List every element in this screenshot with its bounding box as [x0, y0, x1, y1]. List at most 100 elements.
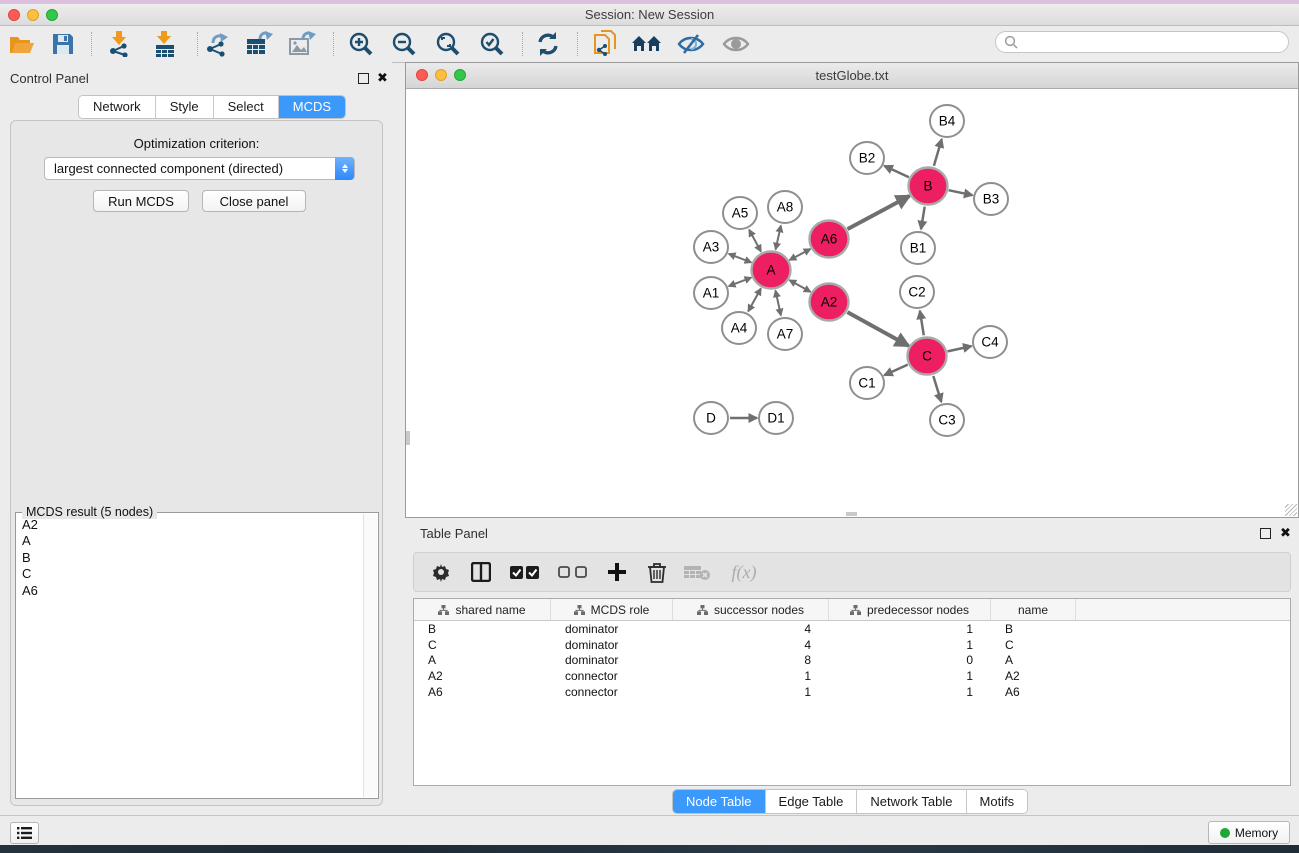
memory-button[interactable]: Memory	[1208, 821, 1290, 844]
tab-select[interactable]: Select	[214, 96, 279, 118]
vertical-scrollbar-thumb[interactable]	[406, 431, 410, 445]
graph-edge-A6-B[interactable]	[848, 196, 910, 229]
export-image-icon[interactable]	[286, 30, 320, 58]
close-panel-icon[interactable]: ✖	[1280, 528, 1291, 538]
graph-node-D[interactable]: D	[694, 402, 728, 434]
graph-edge-A-A5[interactable]	[749, 230, 761, 252]
import-table-icon[interactable]	[148, 30, 182, 58]
float-panel-icon[interactable]	[1260, 528, 1271, 539]
close-window-button[interactable]	[8, 9, 20, 21]
close-panel-button[interactable]: Close panel	[202, 190, 306, 212]
first-neighbors-icon[interactable]	[630, 30, 664, 58]
zoom-window-button[interactable]	[454, 69, 466, 81]
minimize-window-button[interactable]	[27, 9, 39, 21]
graph-edge-A-A7[interactable]	[776, 291, 781, 316]
mcds-result-item[interactable]: C	[17, 566, 361, 582]
import-network-icon[interactable]	[103, 30, 137, 58]
graph-edge-A-A6[interactable]	[790, 249, 811, 260]
column-header-successor-nodes[interactable]: successor nodes	[673, 599, 829, 620]
graph-node-A[interactable]: A	[752, 252, 791, 289]
graph-node-B[interactable]: B	[909, 168, 948, 205]
table-row[interactable]: A6connector11A6	[414, 684, 1290, 700]
new-network-from-selection-icon[interactable]	[588, 30, 622, 58]
close-panel-icon[interactable]: ✖	[377, 73, 388, 83]
graph-edge-C-C1[interactable]	[884, 365, 908, 376]
mcds-result-item[interactable]: A2	[17, 517, 361, 533]
save-session-icon[interactable]	[46, 30, 80, 58]
search-input[interactable]	[995, 31, 1289, 53]
close-window-button[interactable]	[416, 69, 428, 81]
graph-edge-C-C4[interactable]	[948, 346, 972, 351]
graph-node-A8[interactable]: A8	[768, 191, 802, 223]
table-row[interactable]: A2connector11A2	[414, 668, 1290, 684]
graph-node-B4[interactable]: B4	[930, 105, 964, 137]
mcds-result-list[interactable]: A2ABCA6	[17, 517, 361, 599]
network-canvas[interactable]: B4B2BB3A8A5A6B1A3AA1C2A2A4A7C4CC1DD1C3	[406, 89, 1298, 517]
column-header-name[interactable]: name	[991, 599, 1076, 620]
mcds-result-item[interactable]: B	[17, 550, 361, 566]
graph-node-A6[interactable]: A6	[810, 221, 849, 258]
tab-motifs[interactable]: Motifs	[967, 790, 1028, 813]
graph-node-A5[interactable]: A5	[723, 197, 757, 229]
graph-edge-C-C3[interactable]	[933, 376, 941, 402]
column-header-MCDS-role[interactable]: MCDS role	[551, 599, 673, 620]
graph-node-C2[interactable]: C2	[900, 276, 934, 308]
graph-node-D1[interactable]: D1	[759, 402, 793, 434]
graph-edge-A-A2[interactable]	[789, 280, 810, 292]
refresh-layout-icon[interactable]	[531, 30, 565, 58]
graph-node-B2[interactable]: B2	[850, 142, 884, 174]
zoom-out-icon[interactable]	[387, 30, 421, 58]
node-table[interactable]: shared nameMCDS rolesuccessor nodesprede…	[413, 598, 1291, 786]
export-network-icon[interactable]	[201, 30, 235, 58]
add-column-icon[interactable]	[604, 559, 630, 585]
column-header-shared-name[interactable]: shared name	[414, 599, 551, 620]
table-row[interactable]: Bdominator41B	[414, 621, 1290, 637]
horizontal-scrollbar-thumb[interactable]	[846, 512, 857, 516]
graph-node-B3[interactable]: B3	[974, 183, 1008, 215]
mcds-result-item[interactable]: A6	[17, 583, 361, 599]
tab-network[interactable]: Network	[79, 96, 156, 118]
graph-edge-A-A8[interactable]	[776, 226, 781, 250]
tab-network-table[interactable]: Network Table	[857, 790, 966, 813]
table-row[interactable]: Adominator80A	[414, 653, 1290, 669]
tab-mcds[interactable]: MCDS	[279, 96, 345, 118]
graph-node-B1[interactable]: B1	[901, 232, 935, 264]
show-columns-icon[interactable]	[468, 559, 494, 585]
graph-edge-A2-C[interactable]	[847, 312, 908, 346]
select-all-columns-icon[interactable]	[508, 559, 542, 585]
graph-node-A2[interactable]: A2	[810, 284, 849, 321]
open-file-icon[interactable]	[5, 30, 39, 58]
graph-node-C1[interactable]: C1	[850, 367, 884, 399]
graph-node-A3[interactable]: A3	[694, 231, 728, 263]
task-history-button[interactable]	[10, 822, 39, 844]
graph-node-A7[interactable]: A7	[768, 318, 802, 350]
column-header-predecessor-nodes[interactable]: predecessor nodes	[829, 599, 991, 620]
delete-column-icon[interactable]	[644, 559, 670, 585]
scrollbar[interactable]	[363, 514, 377, 797]
hide-selected-icon[interactable]	[674, 30, 708, 58]
table-row[interactable]: Cdominator41C	[414, 637, 1290, 653]
graph-edge-A-A3[interactable]	[729, 254, 752, 263]
graph-node-A1[interactable]: A1	[694, 277, 728, 309]
show-graphics-icon[interactable]	[719, 30, 753, 58]
zoom-window-button[interactable]	[46, 9, 58, 21]
graph-edge-A-A4[interactable]	[748, 288, 761, 311]
graph-edge-A-A1[interactable]	[729, 278, 752, 287]
graph-edge-B-B2[interactable]	[884, 166, 909, 177]
graph-edge-B-B3[interactable]	[949, 190, 973, 195]
deselect-all-columns-icon[interactable]	[556, 559, 590, 585]
optimization-criterion-select[interactable]: largest connected component (directed)	[44, 157, 355, 180]
graph-node-C[interactable]: C	[908, 338, 947, 375]
table-settings-icon[interactable]	[428, 559, 454, 585]
zoom-fit-icon[interactable]	[431, 30, 465, 58]
resize-grip[interactable]	[1285, 504, 1297, 516]
zoom-in-icon[interactable]	[344, 30, 378, 58]
tab-node-table[interactable]: Node Table	[673, 790, 766, 813]
zoom-selected-icon[interactable]	[475, 30, 509, 58]
graph-edge-C-C2[interactable]	[920, 311, 924, 336]
graph-node-A4[interactable]: A4	[722, 312, 756, 344]
tab-style[interactable]: Style	[156, 96, 214, 118]
tab-edge-table[interactable]: Edge Table	[766, 790, 858, 813]
graph-edge-B-B4[interactable]	[934, 139, 942, 166]
mcds-result-item[interactable]: A	[17, 533, 361, 549]
